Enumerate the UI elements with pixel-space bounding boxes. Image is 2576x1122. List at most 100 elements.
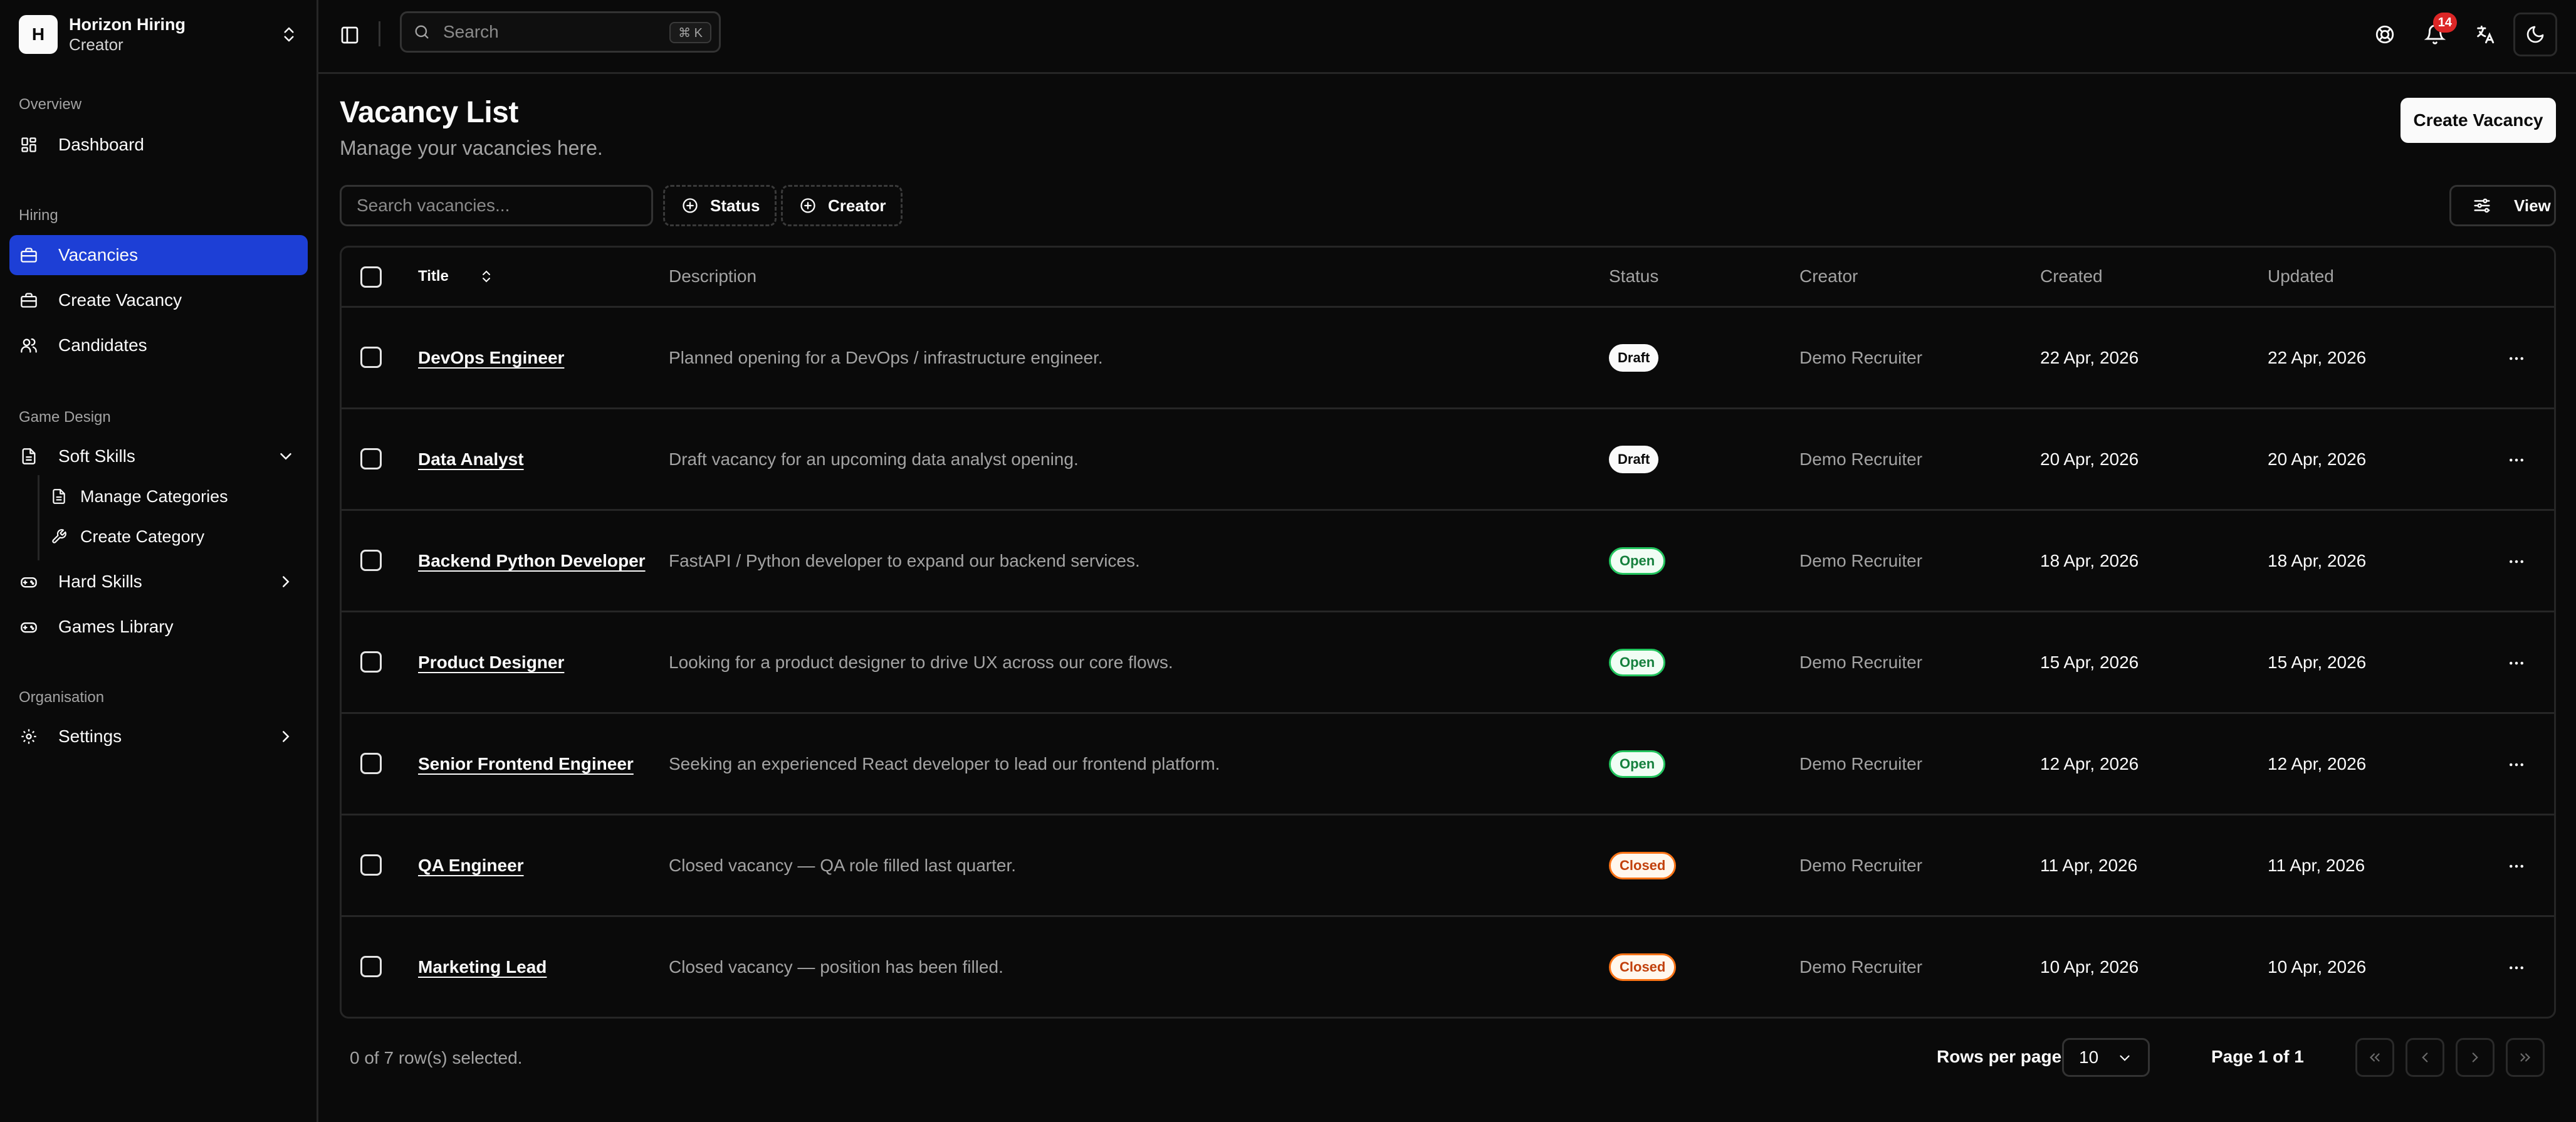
- moon-icon: [2526, 26, 2544, 43]
- status-badge: Open: [1609, 750, 1666, 778]
- row-actions-button[interactable]: [2504, 651, 2529, 676]
- next-page-button[interactable]: [2456, 1038, 2495, 1077]
- help-button[interactable]: [2363, 13, 2407, 56]
- table-row[interactable]: Backend Python Developer FastAPI / Python…: [342, 511, 2554, 612]
- more-horizontal-icon: [2510, 560, 2523, 564]
- vacancy-search-input[interactable]: Search vacancies...: [340, 185, 653, 226]
- column-header-updated: Updated: [2268, 266, 2334, 286]
- sidebar-item-label: Manage Categories: [80, 486, 228, 506]
- status-filter-button[interactable]: Status: [663, 185, 777, 226]
- table-row[interactable]: QA Engineer Closed vacancy — QA role fill…: [342, 815, 2554, 917]
- column-header-title[interactable]: Title: [418, 268, 494, 285]
- table-row[interactable]: Senior Frontend Engineer Seeking an exper…: [342, 714, 2554, 815]
- users-icon: [19, 336, 38, 355]
- row-actions-button[interactable]: [2504, 955, 2529, 980]
- table-row[interactable]: DevOps Engineer Planned opening for a Dev…: [342, 308, 2554, 409]
- row-actions-button[interactable]: [2504, 448, 2529, 473]
- topbar: Search ⌘ K 14: [318, 0, 2576, 74]
- org-switcher[interactable]: H Horizon Hiring Creator: [19, 14, 301, 55]
- group-label-hiring: Hiring: [19, 207, 58, 224]
- vacancy-title-link[interactable]: Marketing Lead: [418, 957, 547, 977]
- sidebar-toggle-button[interactable]: [337, 23, 362, 48]
- create-vacancy-button[interactable]: Create Vacancy: [2401, 98, 2556, 143]
- vacancy-updated-date: 22 Apr, 2026: [2268, 348, 2367, 367]
- row-actions-button[interactable]: [2504, 549, 2529, 574]
- first-page-button[interactable]: [2355, 1038, 2394, 1077]
- sidebar-item-create-vacancy[interactable]: Create Vacancy: [9, 280, 308, 320]
- previous-page-button[interactable]: [2406, 1038, 2444, 1077]
- more-horizontal-icon: [2510, 864, 2523, 868]
- sidebar-item-dashboard[interactable]: Dashboard: [9, 125, 308, 165]
- table-row[interactable]: Data Analyst Draft vacancy for an upcomin…: [342, 409, 2554, 511]
- vacancy-description: Draft vacancy for an upcoming data analy…: [669, 449, 1079, 469]
- org-name: Horizon Hiring: [69, 15, 186, 34]
- status-badge: Closed: [1609, 953, 1677, 981]
- theme-toggle-button[interactable]: [2513, 13, 2557, 56]
- row-checkbox[interactable]: [360, 347, 382, 368]
- vacancy-description: Seeking an experienced React developer t…: [669, 754, 1220, 773]
- vacancy-title-link[interactable]: Senior Frontend Engineer: [418, 754, 634, 774]
- vacancy-created-date: 20 Apr, 2026: [2040, 449, 2139, 469]
- more-horizontal-icon: [2510, 458, 2523, 462]
- sidebar-item-soft-skills[interactable]: Soft Skills: [9, 436, 308, 476]
- sidebar-item-create-category[interactable]: Create Category: [50, 519, 301, 554]
- life-buoy-icon: [2375, 25, 2394, 44]
- sidebar-item-settings[interactable]: Settings: [9, 716, 308, 757]
- vacancy-creator: Demo Recruiter: [1799, 957, 1923, 977]
- divider: [379, 21, 380, 46]
- sidebar-item-manage-categories[interactable]: Manage Categories: [50, 479, 301, 514]
- sidebar-item-label: Candidates: [58, 335, 147, 355]
- sidebar-item-label: Create Vacancy: [58, 290, 182, 310]
- vacancy-title-link[interactable]: DevOps Engineer: [418, 348, 564, 368]
- status-badge: Draft: [1609, 446, 1659, 473]
- row-actions-button[interactable]: [2504, 752, 2529, 777]
- sidebar-item-hard-skills[interactable]: Hard Skills: [9, 562, 308, 602]
- creator-filter-button[interactable]: Creator: [781, 185, 903, 226]
- sidebar-item-vacancies[interactable]: Vacancies: [9, 235, 308, 275]
- table-row[interactable]: Marketing Lead Closed vacancy — position …: [342, 917, 2554, 1017]
- row-checkbox[interactable]: [360, 448, 382, 469]
- status-badge: Closed: [1609, 852, 1677, 879]
- table-header: Title Description Status Creator Created…: [342, 248, 2554, 308]
- row-checkbox[interactable]: [360, 550, 382, 571]
- rows-per-page-value: 10: [2079, 1047, 2099, 1067]
- briefcase-icon: [19, 291, 38, 310]
- sidebar-item-games-library[interactable]: Games Library: [9, 607, 308, 647]
- sidebar-item-label: Games Library: [58, 617, 174, 636]
- row-checkbox[interactable]: [360, 854, 382, 876]
- vacancy-created-date: 18 Apr, 2026: [2040, 551, 2139, 570]
- plus-circle-icon: [683, 198, 698, 213]
- row-actions-button[interactable]: [2504, 854, 2529, 879]
- page-subtitle: Manage your vacancies here.: [340, 137, 603, 159]
- table-row[interactable]: Product Designer Looking for a product de…: [342, 612, 2554, 714]
- row-checkbox[interactable]: [360, 956, 382, 977]
- more-horizontal-icon: [2510, 357, 2523, 360]
- vacancy-updated-date: 12 Apr, 2026: [2268, 754, 2367, 773]
- vacancy-creator: Demo Recruiter: [1799, 551, 1923, 570]
- panel-left-icon: [341, 26, 359, 44]
- language-button[interactable]: [2463, 13, 2507, 56]
- column-header-creator: Creator: [1799, 266, 1858, 286]
- sidebar-item-candidates[interactable]: Candidates: [9, 325, 308, 365]
- vacancy-title-link[interactable]: Product Designer: [418, 653, 564, 673]
- vacancy-created-date: 10 Apr, 2026: [2040, 957, 2139, 977]
- more-horizontal-icon: [2510, 661, 2523, 665]
- search-icon: [415, 25, 429, 39]
- row-checkbox[interactable]: [360, 651, 382, 673]
- select-all-checkbox[interactable]: [360, 266, 382, 288]
- rows-per-page-select[interactable]: 10: [2062, 1038, 2150, 1077]
- notifications-button[interactable]: 14: [2413, 13, 2457, 56]
- last-page-button[interactable]: [2506, 1038, 2545, 1077]
- more-horizontal-icon: [2510, 966, 2523, 970]
- view-options-button[interactable]: View: [2449, 185, 2556, 226]
- vacancy-description: Looking for a product designer to drive …: [669, 653, 1173, 672]
- vacancy-title-link[interactable]: QA Engineer: [418, 856, 524, 876]
- row-checkbox[interactable]: [360, 753, 382, 774]
- global-search-input[interactable]: Search ⌘ K: [400, 11, 721, 53]
- chevron-down-icon: [2120, 1055, 2130, 1061]
- sidebar-item-label: Create Category: [80, 527, 205, 546]
- vacancy-title-link[interactable]: Backend Python Developer: [418, 551, 646, 571]
- briefcase-icon: [19, 246, 38, 265]
- row-actions-button[interactable]: [2504, 346, 2529, 371]
- vacancy-title-link[interactable]: Data Analyst: [418, 449, 524, 469]
